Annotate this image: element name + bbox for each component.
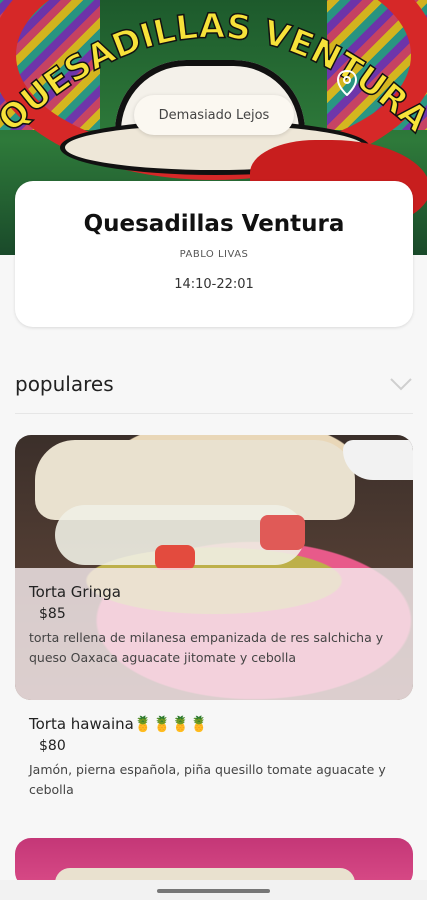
dish-name: Torta hawaina🍍🍍🍍🍍 [29,715,209,733]
restaurant-info-card: Quesadillas Ventura PABLO LIVAS 14:10-22… [15,181,413,327]
distance-label: Demasiado Lejos [158,107,270,123]
chevron-down-icon[interactable] [389,377,413,391]
home-indicator[interactable] [157,889,270,893]
section-title: populares [15,372,114,396]
dish-price: $85 [39,606,66,622]
distance-status-pill: Demasiado Lejos [134,95,294,135]
restaurant-owner: PABLO LIVAS [179,249,249,260]
dish-description: torta rellena de milanesa empanizada de … [29,630,384,665]
menu-item-card[interactable]: Torta hawaina🍍🍍🍍🍍 $80 Jamón, pierna espa… [15,705,413,825]
dish-text: Torta hawaina🍍🍍🍍🍍 $80 Jamón, pierna espa… [29,715,399,800]
restaurant-hours: 14:10-22:01 [174,277,254,292]
restaurant-name: Quesadillas Ventura [83,211,345,237]
location-pin-icon[interactable] [336,70,358,96]
dish-price: $80 [39,738,66,754]
dish-text: Torta Gringa $85 torta rellena de milane… [29,583,399,668]
dish-name: Torta Gringa [29,583,121,601]
populares-section-header[interactable]: populares [15,355,413,414]
dish-description: Jamón, pierna española, piña quesillo to… [29,762,386,797]
menu-item-card[interactable]: Torta Gringa $85 torta rellena de milane… [15,435,413,700]
